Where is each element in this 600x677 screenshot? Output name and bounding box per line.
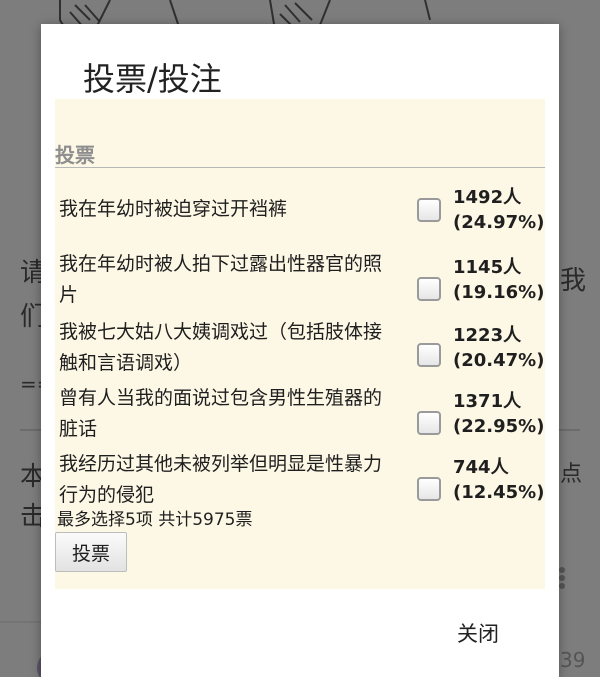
comment-count: 39 bbox=[560, 648, 586, 672]
poll-option-checkbox[interactable] bbox=[417, 411, 441, 435]
poll-option-label: 我被七大姑八大姨调戏过（包括肢体接触和言语调戏） bbox=[59, 321, 383, 374]
background-text: 点 bbox=[560, 462, 583, 487]
poll-summary: 最多选择5项 共计5975票 bbox=[57, 510, 253, 530]
vote-count: 1145人 bbox=[453, 257, 522, 278]
poll-option-result: 1223人 (20.47%) bbox=[453, 323, 544, 373]
poll-heading: 投票 bbox=[55, 143, 95, 167]
poll-option[interactable]: 曾有人当我的面说过包含男性生殖器的脏话 1371人 (22.95%) bbox=[55, 383, 545, 445]
poll-option-checkbox[interactable] bbox=[417, 277, 441, 301]
poll-option[interactable]: 我被七大姑八大姨调戏过（包括肢体接触和言语调戏） 1223人 (20.47%) bbox=[55, 317, 545, 379]
poll-option-result: 744人 (12.45%) bbox=[453, 455, 544, 505]
poll-option[interactable]: 我经历过其他未被列举但明显是性暴力行为的侵犯 744人 (12.45%) bbox=[55, 449, 545, 511]
poll-option-label: 我在年幼时被人拍下过露出性器官的照片 bbox=[59, 253, 383, 306]
vote-count: 1492人 bbox=[453, 187, 522, 208]
poll-option-label: 曾有人当我的面说过包含男性生殖器的脏话 bbox=[59, 387, 383, 440]
vote-percent: (19.16%) bbox=[453, 282, 545, 303]
vote-percent: (12.45%) bbox=[453, 482, 545, 503]
vote-percent: (22.95%) bbox=[453, 416, 545, 437]
poll-option-result: 1492人 (24.97%) bbox=[453, 185, 544, 235]
close-button[interactable]: 关闭 bbox=[457, 618, 499, 648]
background-text: 我 bbox=[560, 266, 587, 296]
vote-count: 1223人 bbox=[453, 325, 522, 346]
poll-option-result: 1371人 (22.95%) bbox=[453, 389, 544, 439]
vote-dialog: 投票/投注 投票 我在年幼时被迫穿过开裆裤 1492人 (24.97%) 我在年… bbox=[41, 24, 559, 677]
vote-percent: (24.97%) bbox=[453, 212, 545, 233]
vote-count: 744人 bbox=[453, 457, 509, 478]
dialog-title: 投票/投注 bbox=[83, 60, 222, 98]
poll-option-checkbox[interactable] bbox=[417, 343, 441, 367]
vote-percent: (20.47%) bbox=[453, 350, 545, 371]
poll-option-checkbox[interactable] bbox=[417, 477, 441, 501]
poll-panel: 投票 我在年幼时被迫穿过开裆裤 1492人 (24.97%) 我在年幼时被人拍下… bbox=[55, 99, 545, 589]
poll-option[interactable]: 我在年幼时被人拍下过露出性器官的照片 1145人 (19.16%) bbox=[55, 249, 545, 311]
vote-button[interactable]: 投票 bbox=[55, 532, 127, 572]
divider bbox=[55, 167, 545, 168]
poll-option-label: 我经历过其他未被列举但明显是性暴力行为的侵犯 bbox=[59, 453, 383, 506]
poll-option[interactable]: 我在年幼时被迫穿过开裆裤 1492人 (24.97%) bbox=[55, 185, 545, 247]
vote-count: 1371人 bbox=[453, 391, 522, 412]
poll-option-checkbox[interactable] bbox=[417, 198, 441, 222]
poll-option-result: 1145人 (19.16%) bbox=[453, 255, 544, 305]
poll-option-label: 我在年幼时被迫穿过开裆裤 bbox=[59, 198, 288, 220]
